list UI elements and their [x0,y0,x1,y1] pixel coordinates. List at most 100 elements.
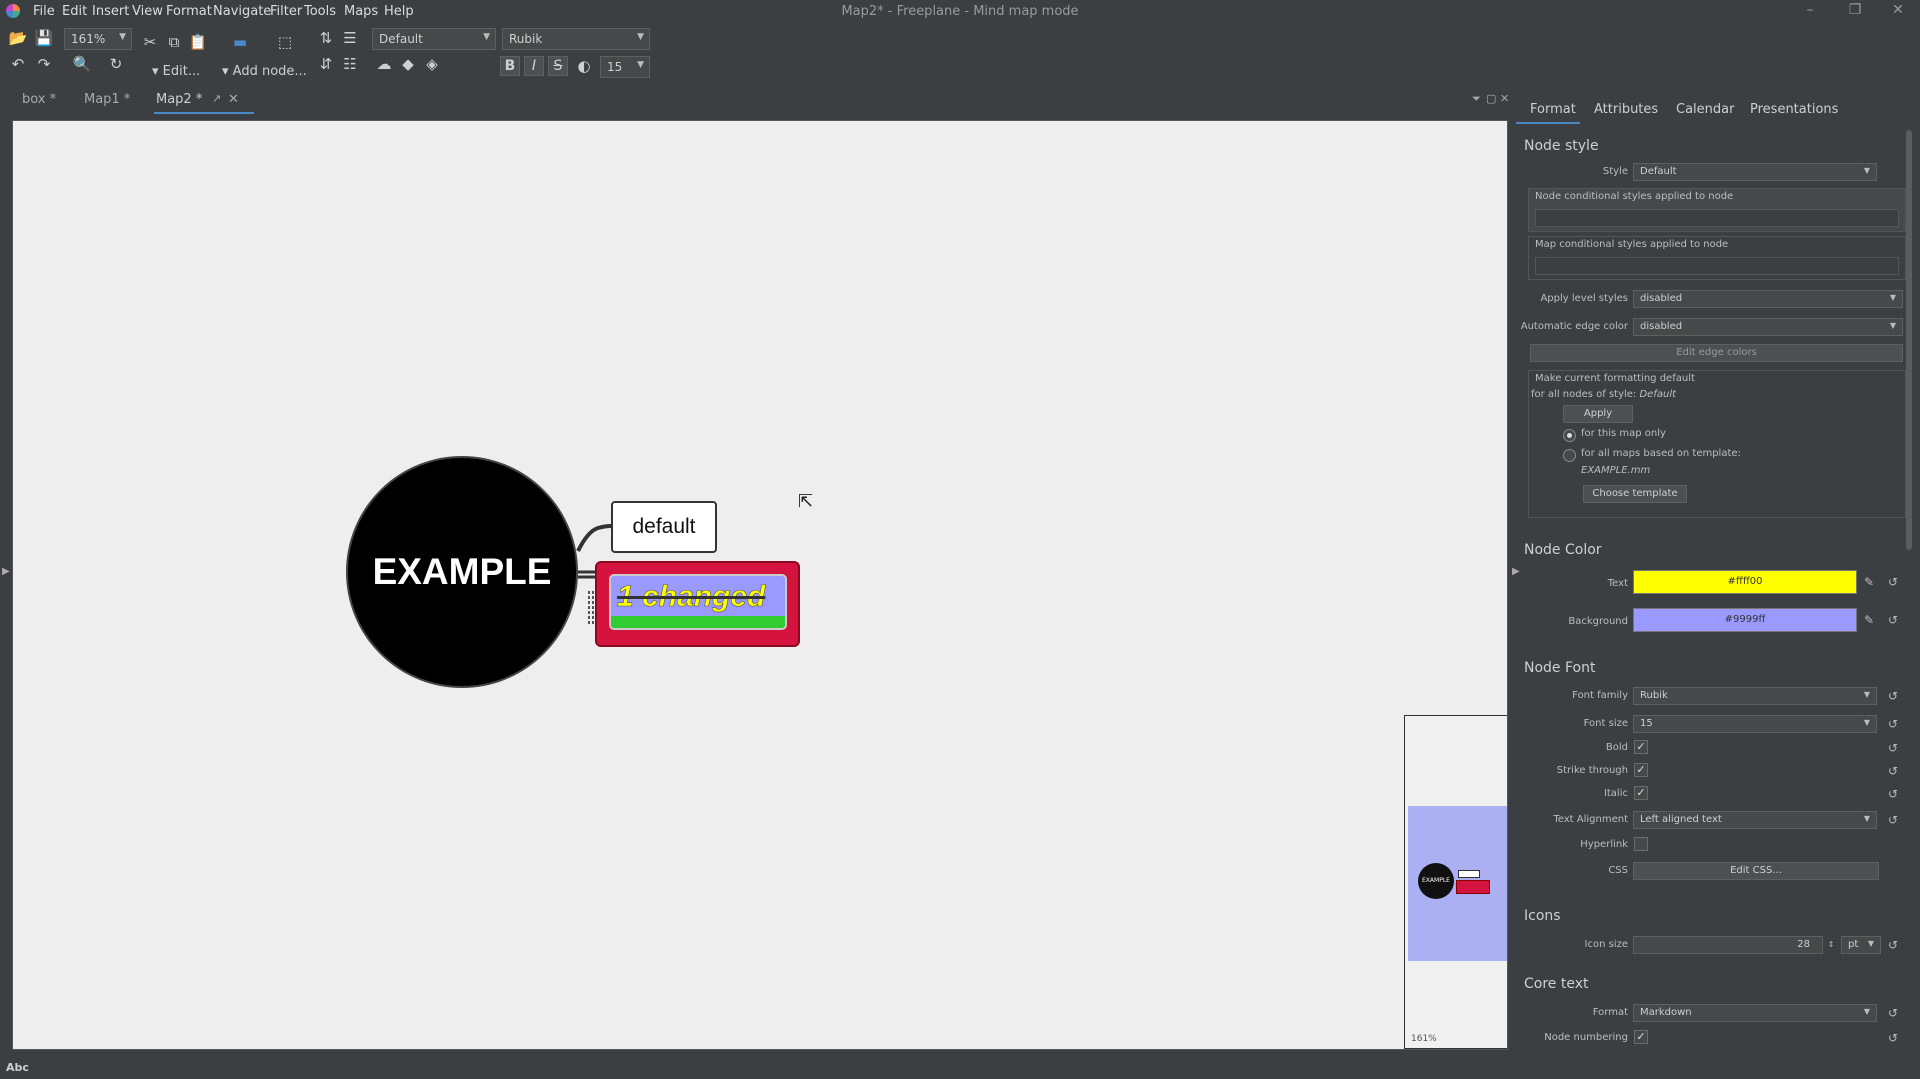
font-size-combo[interactable]: 15 ▼ [600,56,650,78]
panel-tab-presentations[interactable]: Presentations [1750,102,1838,117]
changed-node[interactable]: 1 changed [595,561,800,647]
bg-color-reset-icon[interactable]: ↺ [1886,613,1900,627]
font-family-select[interactable]: Rubik ▼ [1633,687,1877,705]
strike-checkbox[interactable]: ✓ [1634,763,1648,777]
italic-button[interactable]: I [524,56,544,76]
collapse-panel-icon[interactable]: ▶ [1512,566,1520,577]
text-color-picker-icon[interactable]: ✎ [1862,575,1876,589]
style-select[interactable]: Default ▼ [1633,163,1877,181]
menu-format[interactable]: Format [166,4,212,19]
text-color-icon[interactable]: ◐ [574,56,594,76]
radio-all-maps[interactable] [1563,449,1576,462]
tab-box[interactable]: box * [22,92,56,107]
menu-navigate[interactable]: Navigate [213,4,271,19]
move-down-icon[interactable]: ⇵ [316,54,336,74]
find-replace-icon[interactable]: ↻ [106,54,126,74]
radio-this-map[interactable] [1563,429,1576,442]
menu-file[interactable]: File [33,4,55,19]
panel-scrollbar[interactable] [1906,130,1912,550]
panel-tab-attributes[interactable]: Attributes [1594,102,1658,117]
minimize-icon[interactable]: – [1800,2,1820,22]
fill-color-icon[interactable]: ◆ [398,54,418,74]
maximize-view-icon[interactable]: ▢ [1486,92,1496,105]
text-align-select[interactable]: Left aligned text ▼ [1633,811,1877,829]
expand-left-panel-icon[interactable]: ▶ [2,566,10,577]
apply-button[interactable]: Apply [1563,405,1633,423]
close-tab-icon[interactable]: ✕ [228,92,239,107]
edit-node-button[interactable]: ▾ Edit... [152,64,200,79]
bold-reset-icon[interactable]: ↺ [1886,741,1900,755]
root-node[interactable]: EXAMPLE [346,456,578,688]
node-conditional-list[interactable] [1535,209,1899,227]
edge-color-icon[interactable]: ◈ [422,54,442,74]
bold-checkbox[interactable]: ✓ [1634,740,1648,754]
style-combo[interactable]: Default ▼ [372,28,496,50]
text-color-swatch[interactable]: #ffff00 [1633,570,1857,594]
font-size-select[interactable]: 15 ▼ [1633,715,1877,733]
view-menu-icon[interactable]: ⏷ [1472,92,1481,106]
close-view-icon[interactable]: ✕ [1500,92,1509,105]
bg-color-picker-icon[interactable]: ✎ [1862,613,1876,627]
add-node-button[interactable]: ▾ Add node... [222,64,307,79]
layout-icon[interactable]: ⬚ [275,32,295,52]
list-icon[interactable]: ☰ [340,28,360,48]
panel-tab-format[interactable]: Format [1530,102,1576,117]
move-up-icon[interactable]: ⇅ [316,28,336,48]
node-numbering-reset-icon[interactable]: ↺ [1886,1031,1900,1045]
italic-reset-icon[interactable]: ↺ [1886,787,1900,801]
menu-view[interactable]: View [132,4,163,19]
choose-template-button[interactable]: Choose template [1583,485,1687,503]
presentation-icon[interactable]: ▬ [230,32,250,52]
icon-size-reset-icon[interactable]: ↺ [1886,938,1900,952]
font-combo[interactable]: Rubik ▼ [502,28,650,50]
minimap[interactable]: EXAMPLE 161% [1404,715,1507,1049]
format-select[interactable]: Markdown ▼ [1633,1004,1877,1022]
menu-help[interactable]: Help [384,4,414,19]
tab-map1[interactable]: Map1 * [84,92,130,107]
icon-size-input[interactable]: 28 [1633,936,1823,954]
list-alt-icon[interactable]: ☷ [340,54,360,74]
close-window-icon[interactable]: ✕ [1888,2,1908,22]
text-align-reset-icon[interactable]: ↺ [1886,813,1900,827]
font-family-reset-icon[interactable]: ↺ [1886,689,1900,703]
edit-edge-colors-button[interactable]: Edit edge colors [1530,344,1903,362]
cut-icon[interactable]: ✂ [140,32,160,52]
map-canvas[interactable]: EXAMPLE default 1 changed ⇱ EXAMPLE 161% [12,120,1508,1050]
redo-icon[interactable]: ↷ [34,54,54,74]
open-icon[interactable]: 📂 [8,28,28,48]
icon-size-spinner-icon[interactable]: ⇕ [1824,938,1838,952]
bold-button[interactable]: B [500,56,520,76]
auto-edge-select[interactable]: disabled ▼ [1633,318,1903,336]
default-node[interactable]: default [611,501,717,553]
italic-checkbox[interactable]: ✓ [1634,786,1648,800]
apply-level-select[interactable]: disabled ▼ [1633,290,1903,308]
menu-filter[interactable]: Filter [270,4,302,19]
minimap-viewport[interactable]: EXAMPLE [1408,806,1507,961]
undo-icon[interactable]: ↶ [8,54,28,74]
text-color-reset-icon[interactable]: ↺ [1886,575,1900,589]
cloud-icon[interactable]: ☁ [374,54,394,74]
find-icon[interactable]: 🔍 [72,54,92,74]
save-icon[interactable]: 💾 [34,28,54,48]
panel-tab-calendar[interactable]: Calendar [1676,102,1734,117]
undock-tab-icon[interactable]: ↗ [212,92,221,105]
menu-maps[interactable]: Maps [344,4,378,19]
tab-map2[interactable]: Map2 * [156,92,202,107]
strike-reset-icon[interactable]: ↺ [1886,764,1900,778]
edit-css-button[interactable]: Edit CSS... [1633,862,1879,880]
node-numbering-checkbox[interactable]: ✓ [1634,1030,1648,1044]
bg-color-swatch[interactable]: #9999ff [1633,608,1857,632]
menu-tools[interactable]: Tools [304,4,336,19]
format-reset-icon[interactable]: ↺ [1886,1006,1900,1020]
zoom-combo[interactable]: 161% ▼ [64,28,132,50]
hyperlink-checkbox[interactable] [1634,837,1648,851]
paste-icon[interactable]: 📋 [188,32,208,52]
strike-button[interactable]: S [548,56,568,76]
menu-insert[interactable]: Insert [92,4,129,19]
restore-icon[interactable]: ❐ [1845,2,1865,22]
menu-edit[interactable]: Edit [62,4,87,19]
icon-unit-select[interactable]: pt ▼ [1841,936,1881,954]
font-size-reset-icon[interactable]: ↺ [1886,717,1900,731]
copy-icon[interactable]: ⧉ [164,32,184,52]
map-conditional-list[interactable] [1535,257,1899,275]
